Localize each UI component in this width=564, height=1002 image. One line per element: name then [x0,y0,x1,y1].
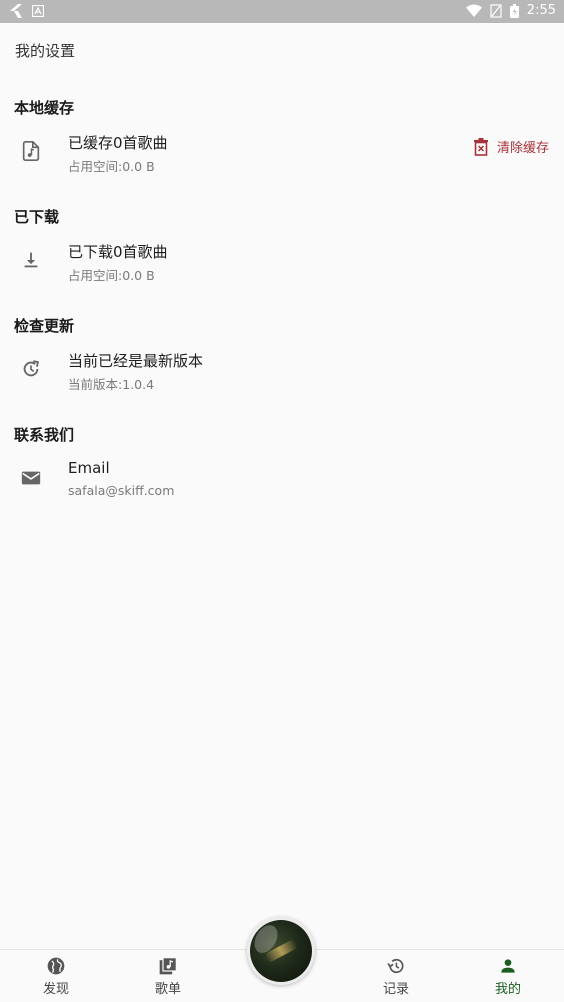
downloaded-row: 已下载0首歌曲 占用空间:0.0 B [0,233,564,289]
section-title-update: 检查更新 [14,317,75,335]
section-title-contact: 联系我们 [14,426,75,444]
cache-count: 已缓存0首歌曲 [68,134,168,152]
contact-row[interactable]: Email safala@skiff.com [0,451,564,507]
current-version: 当前版本:1.0.4 [68,377,155,392]
history-icon [386,956,406,976]
signal-icon [490,3,502,18]
status-bar-left [10,4,44,18]
contact-email: safala@skiff.com [68,483,175,498]
album-art [250,920,312,982]
status-bar: 2:55 [0,0,564,23]
nav-item-mine[interactable]: 我的 [478,956,538,997]
contact-label: Email [68,459,110,477]
battery-icon [509,3,519,18]
now-playing-disc[interactable] [247,917,315,985]
nav-label-discover: 发现 [42,982,69,997]
nav-item-playlists[interactable]: 歌单 [138,956,198,997]
downloaded-count: 已下载0首歌曲 [68,243,168,261]
download-icon [20,249,42,271]
clear-cache-button[interactable]: 清除缓存 [473,137,549,156]
delete-icon [473,137,489,156]
section-title-cache: 本地缓存 [14,99,75,117]
globe-icon [46,956,66,976]
cache-row: 已缓存0首歌曲 占用空间:0.0 B 清除缓存 [0,124,564,180]
nav-label-history: 记录 [382,982,409,997]
clear-cache-label: 清除缓存 [496,141,549,156]
update-icon [20,358,42,380]
person-icon [498,956,518,976]
status-bar-right: 2:55 [465,3,556,18]
flutter-icon [10,4,22,18]
nav-item-discover[interactable]: 发现 [26,956,86,997]
nav-item-history[interactable]: 记录 [366,956,426,997]
cache-size: 占用空间:0.0 B [68,159,155,174]
page-title: 我的设置 [15,42,76,60]
email-icon [20,467,42,489]
nav-label-mine: 我的 [494,982,521,997]
music-file-icon [20,140,42,162]
downloaded-size: 占用空间:0.0 B [68,268,155,283]
status-time: 2:55 [526,3,556,18]
nav-label-playlists: 歌单 [154,982,181,997]
playlist-icon [158,956,178,976]
wifi-icon [465,4,482,17]
update-status: 当前已经是最新版本 [68,352,204,370]
section-title-downloaded: 已下载 [14,208,60,226]
app-notification-icon [32,5,44,17]
update-row[interactable]: 当前已经是最新版本 当前版本:1.0.4 [0,342,564,398]
